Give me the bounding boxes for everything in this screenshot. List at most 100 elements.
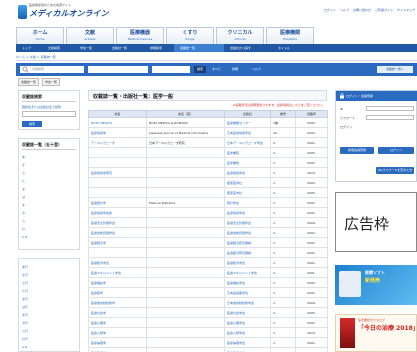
table-row[interactable]: 医療政策学 医療政策学会1-2001- (88, 347, 328, 352)
table-cell[interactable]: 医療倫理学 (88, 337, 147, 348)
breadcrumb[interactable]: ホーム ＞ 文献 ＞ 収載誌一覧 (16, 55, 56, 59)
table-cell[interactable] (146, 147, 225, 158)
search-option-advanced[interactable]: 詳細 (232, 67, 238, 71)
table-cell[interactable]: 医療情報学会誌 (88, 207, 147, 218)
table-cell[interactable] (146, 227, 225, 238)
top-link-sitemap[interactable]: サイトマップ (397, 8, 415, 12)
sidebar-category-item[interactable]: や行 (22, 321, 28, 325)
table-row[interactable]: 医療統計学 Medical Statistics 統計学会 1- 2001- (88, 197, 328, 208)
table-cell[interactable] (146, 307, 225, 318)
login-password-input[interactable] (366, 115, 414, 120)
table-cell[interactable] (146, 267, 225, 278)
table-cell[interactable] (146, 187, 225, 198)
table-cell[interactable]: 医療放射線技術学 (88, 297, 147, 308)
table-cell[interactable]: 医療情報学 (88, 127, 147, 138)
sidebar-category-item[interactable]: た行 (22, 289, 28, 293)
table-cell[interactable]: アーユルヴェーダ (88, 137, 147, 148)
table-cell[interactable]: 医療人類学 (88, 327, 147, 338)
table-row[interactable]: 医療経済研究機構 1- 2001- (88, 247, 328, 258)
table-row[interactable]: 医学書院 1- 2001- (88, 157, 328, 168)
table-cell[interactable] (146, 167, 225, 178)
table-row[interactable]: 医療情報学会誌 医療情報学会 1- 2001- (88, 207, 328, 218)
table-row[interactable]: 医療経済学 医療経済研究機構 1- 2001- (88, 237, 328, 248)
table-cell[interactable]: 医療心理学 (88, 317, 147, 328)
sub-nav-item[interactable]: タイトル (278, 46, 290, 50)
table-cell[interactable]: 医療薬学 (88, 287, 147, 298)
table-cell[interactable]: 医療社会学 (88, 307, 147, 318)
table-cell[interactable] (146, 157, 225, 168)
sidebar-category-item[interactable]: か行 (22, 273, 28, 277)
table-cell[interactable] (146, 347, 225, 352)
sidebar-search-button[interactable]: 検索 (22, 121, 42, 127)
sidebar-category-item[interactable]: A-Z (22, 345, 27, 349)
search-field-select[interactable] (88, 66, 148, 73)
table-cell[interactable] (146, 287, 225, 298)
search-button[interactable]: 検索 (194, 66, 206, 73)
table-cell[interactable]: Medical Statistics (146, 197, 225, 208)
table-cell[interactable]: 医療統計学 (88, 197, 147, 208)
table-cell[interactable] (146, 277, 225, 288)
table-row[interactable]: アーユルヴェーダ 日本アーユルヴェーダ研究 日本アーユルヴェーダ学会 5- 2001- (88, 137, 328, 148)
table-row[interactable]: 医療保健学研究 医療保健学会 1- 2010- (88, 167, 328, 178)
sidebar-index-item[interactable]: さ (22, 171, 25, 175)
sidebar-category-item[interactable]: わ行 (22, 337, 28, 341)
table-cell[interactable]: 医療政策学 (88, 347, 147, 352)
table-cell[interactable] (88, 147, 147, 158)
sidebar-category-item[interactable]: は行 (22, 305, 28, 309)
sidebar-category-item[interactable]: ら行 (22, 329, 28, 333)
top-link-guide[interactable]: ご利用ガイド (375, 8, 393, 12)
sidebar-index-item[interactable]: わ (22, 227, 25, 231)
table-row[interactable]: 医療技術評価学会 医療技術評価学会 1- 2002- (88, 227, 328, 238)
table-row[interactable]: 医療薬学 日本医療薬学会 1- 2001- (88, 287, 328, 298)
table-row[interactable]: 医学書院 1- 2005- (88, 147, 328, 158)
table-cell[interactable] (146, 237, 225, 248)
table-cell[interactable] (88, 247, 147, 258)
table-cell[interactable] (146, 327, 225, 338)
sidebar-category-item[interactable]: ま行 (22, 313, 28, 317)
tab-society-list[interactable]: 学会一覧 (42, 78, 61, 86)
search-option-all[interactable]: すべて (212, 67, 221, 71)
table-cell[interactable]: NOTA MEDICA & ROMANA (146, 117, 225, 128)
table-cell[interactable] (146, 177, 225, 188)
nav-tab-home[interactable]: ホーム Home (16, 27, 64, 44)
sidebar-index-item[interactable]: ら (22, 219, 25, 223)
table-cell[interactable]: 日本アーユルヴェーダ研究 (146, 137, 225, 148)
site-logo[interactable]: 医療関係者のための情報サイト メディカルオンライン (18, 3, 108, 21)
search-type-select[interactable] (152, 66, 190, 73)
table-cell[interactable] (88, 157, 147, 168)
sidebar-search-input[interactable] (22, 111, 76, 117)
sub-nav-item[interactable]: 出版社一覧 (112, 46, 127, 50)
sidebar-index-item[interactable]: や (22, 211, 25, 215)
table-cell[interactable] (146, 257, 225, 268)
sub-nav-item[interactable]: 出版社から探す (230, 46, 251, 50)
table-row[interactable]: 医療マネジメント学会 医療マネジメント学会 1- 2001- (88, 267, 328, 278)
table-cell[interactable]: 医療経済学会 (88, 257, 147, 268)
book-banner[interactable]: 医学書総合カタログ 「今日の治療 2018」 (335, 314, 417, 352)
table-cell[interactable] (146, 247, 225, 258)
sidebar-index-item[interactable]: た (22, 179, 25, 183)
nav-tab-devices[interactable]: 医療機器 Medical Devices (116, 27, 164, 44)
sidebar-index-item[interactable]: は (22, 195, 25, 199)
sidebar-index-item[interactable]: A-Z (22, 235, 27, 239)
table-row[interactable]: 医療倫理学 医療倫理学会 1- 2001- (88, 337, 328, 348)
sidebar-category-item[interactable]: さ行 (22, 281, 28, 285)
sub-nav-item[interactable]: 文献検索 (48, 46, 60, 50)
table-row[interactable]: 医療福祉学 医療福祉学会 1- 2005- (88, 277, 328, 288)
tab-journal-list[interactable]: 収載誌一覧 (18, 78, 40, 86)
search-input[interactable]: 文献検索 (20, 66, 84, 73)
table-cell[interactable]: 医療経済学 (88, 237, 147, 248)
table-cell[interactable]: NOTA MEDICA (88, 117, 147, 128)
table-cell[interactable]: 医療安全管理学会 (88, 217, 147, 228)
table-row[interactable]: 医療情報学 Japanese Journal of Medical Informa… (88, 127, 328, 138)
nav-tab-articles[interactable]: 文献 Articles (66, 27, 114, 44)
nav-tab-clinical[interactable]: クリニカル Clinical (216, 27, 264, 44)
nav-tab-hospitals[interactable]: 医療機関 Hospitals (266, 27, 314, 44)
sidebar-category-item[interactable]: あ行 (22, 265, 28, 269)
forgot-password-button[interactable]: ID/パスワードを忘れた方 (376, 167, 414, 174)
table-cell[interactable] (146, 207, 225, 218)
table-cell[interactable]: 医療福祉学 (88, 277, 147, 288)
nav-tab-drugs[interactable]: くすり Drugs (166, 27, 214, 44)
table-cell[interactable] (146, 297, 225, 308)
table-row[interactable]: 医療安全管理学会 医療安全管理学会 1- 2006- (88, 217, 328, 228)
sub-nav-item[interactable]: 学会一覧 (80, 46, 92, 50)
